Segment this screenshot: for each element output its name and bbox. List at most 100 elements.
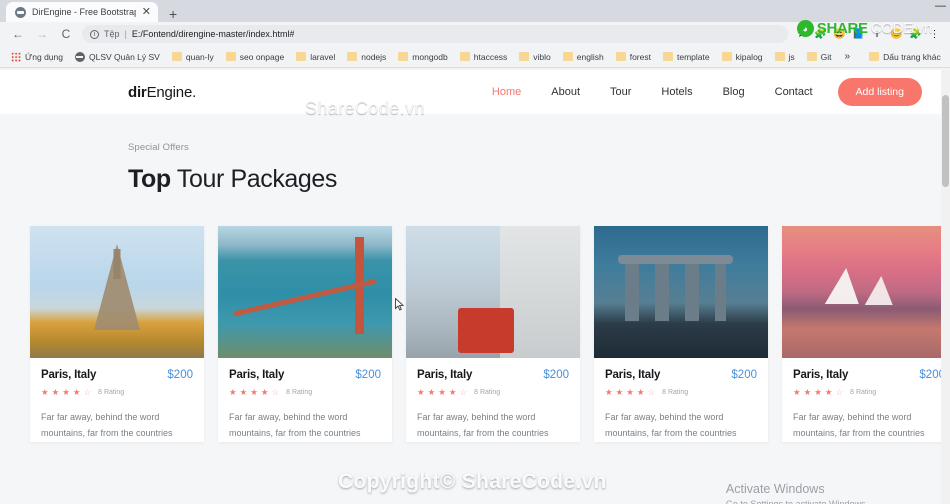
new-tab-button[interactable]: +: [169, 7, 177, 21]
rating-count: 8 Rating: [286, 388, 313, 396]
minimize-icon[interactable]: —: [935, 0, 946, 12]
bookmark-english[interactable]: english: [557, 48, 610, 66]
section-eyebrow: Special Offers: [128, 142, 189, 153]
folder-icon: [615, 52, 626, 61]
star-filled-icon: ★: [636, 387, 645, 397]
folder-icon: [225, 52, 236, 61]
nav-item-tour[interactable]: Tour: [595, 86, 646, 98]
card-price: $200: [731, 369, 757, 381]
bookmark-forest[interactable]: forest: [610, 48, 657, 66]
bookmark-seo-onpage[interactable]: seo onpage: [220, 48, 290, 66]
star-empty-icon: ☆: [459, 387, 468, 397]
card-description: Far far away, behind the word mountains,…: [793, 411, 925, 439]
folder-icon: [562, 52, 573, 61]
rating-count: 8 Rating: [474, 388, 501, 396]
bookmark-template[interactable]: template: [657, 48, 716, 66]
star-filled-icon: ★: [448, 387, 457, 397]
globe-icon: [74, 51, 85, 62]
page-title-bold: Top: [128, 165, 171, 193]
back-icon[interactable]: ←: [6, 23, 30, 45]
card-title: Paris, Italy: [417, 369, 473, 381]
bookmark-label: Ứng dụng: [25, 51, 63, 62]
tour-card[interactable]: Paris, Italy $200 ★ ★ ★ ★ ☆ 8 Rating Far…: [782, 226, 950, 442]
bookmark-ung-dung[interactable]: Ứng dụng: [5, 48, 69, 66]
card-body: Paris, Italy $200 ★ ★ ★ ★ ☆ 8 Rating Far…: [406, 358, 580, 442]
url-separator: |: [124, 29, 127, 39]
extension-icon-3[interactable]: 📘: [851, 29, 866, 40]
bookmark-label: quan-ly: [185, 51, 214, 62]
tour-package-list: Paris, Italy $200 ★ ★ ★ ★ ☆ 8 Rating Far…: [0, 226, 950, 442]
star-filled-icon: ★: [229, 387, 237, 397]
bookmark-js[interactable]: js: [769, 48, 801, 66]
rating-count: 8 Rating: [662, 388, 689, 396]
tour-card[interactable]: Paris, Italy $200 ★ ★ ★ ★ ☆ 8 Rating Far…: [218, 226, 392, 442]
bookmark-label: forest: [629, 51, 651, 62]
bookmark-other-folder[interactable]: Dấu trang khác: [863, 48, 947, 66]
bookmark-kipalog[interactable]: kipalog: [716, 48, 769, 66]
star-empty-icon: ☆: [647, 387, 656, 397]
tour-card[interactable]: Paris, Italy $200 ★ ★ ★ ★ ☆ 8 Rating Far…: [30, 226, 204, 442]
window-controls: —: [935, 0, 946, 12]
nav-item-blog[interactable]: Blog: [708, 86, 760, 98]
card-description: Far far away, behind the word mountains,…: [605, 411, 737, 439]
nav-item-hotels[interactable]: Hotels: [646, 86, 707, 98]
site-info-icon[interactable]: i: [90, 29, 99, 39]
bookmark-label: english: [576, 51, 604, 62]
card-body: Paris, Italy $200 ★ ★ ★ ★ ☆ 8 Rating Far…: [30, 358, 204, 442]
chrome-menu-icon[interactable]: ⋮: [927, 29, 942, 40]
bookmark-nodejs[interactable]: nodejs: [341, 48, 392, 66]
forward-icon[interactable]: →: [30, 23, 54, 45]
browser-tab[interactable]: DirEngine - Free Bootstrap 4 Tem ✕: [6, 2, 158, 22]
bookmarks-overflow-button[interactable]: »: [838, 51, 858, 62]
extension-icon-4[interactable]: r: [870, 29, 885, 40]
bookmark-laravel[interactable]: laravel: [290, 48, 341, 66]
bookmark-label: js: [788, 51, 795, 62]
card-description: Far far away, behind the word mountains,…: [41, 411, 173, 439]
tour-card[interactable]: Paris, Italy $200 ★ ★ ★ ★ ☆ 8 Rating Far…: [594, 226, 768, 442]
page-viewport: dirEngine. Home About Tour Hotels Blog C…: [0, 70, 950, 504]
close-tab-icon[interactable]: ✕: [142, 7, 151, 18]
bookmark-label: kipalog: [735, 51, 763, 62]
rating-count: 8 Rating: [850, 388, 877, 396]
extension-icon-5[interactable]: 😊: [889, 29, 904, 40]
bookmark-htaccess[interactable]: htaccess: [454, 48, 514, 66]
add-listing-button[interactable]: Add listing: [837, 78, 922, 106]
bookmark-mongodb[interactable]: mongodb: [392, 48, 453, 66]
star-filled-icon: ★: [438, 387, 446, 397]
bookmark-quan-ly[interactable]: quan-ly: [166, 48, 220, 66]
extension-icons: ★ 🧩 😀 📘 r 😊 🧩 ⋮: [794, 29, 942, 40]
london-street-bus-photo: [406, 226, 580, 358]
bookmark-viblo[interactable]: viblo: [513, 48, 556, 66]
nav-item-contact[interactable]: Contact: [760, 86, 828, 98]
star-filled-icon: ★: [260, 387, 269, 397]
card-title: Paris, Italy: [229, 369, 285, 381]
reload-icon[interactable]: C: [54, 23, 78, 45]
nav-item-home[interactable]: Home: [477, 86, 536, 98]
bookmark-star-icon[interactable]: ★: [794, 29, 809, 40]
star-empty-icon: ☆: [83, 387, 92, 397]
bookmark-git[interactable]: Git: [801, 48, 838, 66]
page-title: Top Tour Packages: [128, 165, 950, 194]
star-filled-icon: ★: [793, 387, 801, 397]
scrollbar-thumb[interactable]: [942, 95, 949, 187]
card-body: Paris, Italy $200 ★ ★ ★ ★ ☆ 8 Rating Far…: [218, 358, 392, 442]
page-favicon: [15, 6, 26, 18]
extension-icon-2[interactable]: 😀: [832, 29, 847, 40]
browser-window: DirEngine - Free Bootstrap 4 Tem ✕ + — ←…: [0, 0, 950, 504]
star-filled-icon: ★: [417, 387, 425, 397]
page-title-rest: Tour Packages: [170, 165, 338, 193]
site-logo[interactable]: dirEngine.: [128, 84, 196, 101]
extension-icon-6[interactable]: 🧩: [908, 29, 923, 40]
bookmark-label: Dấu trang khác: [883, 51, 941, 62]
folder-icon: [806, 52, 817, 61]
card-title: Paris, Italy: [41, 369, 97, 381]
bookmark-qlsv[interactable]: QLSV Quản Lý SV: [69, 48, 166, 66]
tour-card[interactable]: Paris, Italy $200 ★ ★ ★ ★ ☆ 8 Rating Far…: [406, 226, 580, 442]
card-header: Paris, Italy $200: [229, 369, 381, 381]
address-bar[interactable]: i Tệp | E:/Fontend/direngine-master/inde…: [82, 25, 788, 43]
card-title: Paris, Italy: [793, 369, 849, 381]
nav-item-about[interactable]: About: [536, 86, 595, 98]
card-title: Paris, Italy: [605, 369, 661, 381]
extension-icon-1[interactable]: 🧩: [813, 29, 828, 40]
star-filled-icon: ★: [427, 387, 436, 397]
